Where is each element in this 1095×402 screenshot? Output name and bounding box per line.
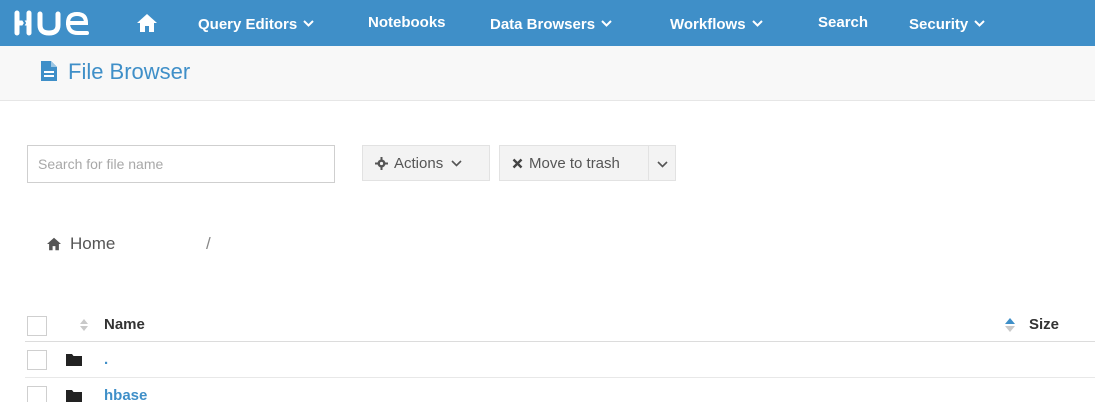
file-name-link[interactable]: . bbox=[104, 351, 108, 368]
nav-notebooks-label: Notebooks bbox=[368, 14, 446, 31]
table-row: hbase bbox=[25, 378, 1095, 402]
column-header-name[interactable]: Name bbox=[104, 316, 145, 333]
actions-label: Actions bbox=[394, 154, 444, 172]
row-checkbox[interactable] bbox=[27, 386, 47, 402]
folder-icon bbox=[66, 353, 82, 366]
table-row: . bbox=[25, 342, 1095, 378]
gear-icon bbox=[375, 156, 388, 170]
column-header-size[interactable]: Size bbox=[1029, 316, 1059, 333]
nav-data-browsers-label: Data Browsers bbox=[490, 16, 596, 33]
search-input[interactable] bbox=[27, 145, 335, 183]
move-to-trash-dropdown-button[interactable] bbox=[648, 145, 676, 181]
file-table: Name Size . hbase bbox=[25, 308, 1095, 402]
page-header: File Browser bbox=[0, 46, 1095, 101]
folder-icon bbox=[66, 389, 82, 402]
row-checkbox[interactable] bbox=[27, 350, 47, 370]
file-name-link[interactable]: hbase bbox=[104, 387, 147, 402]
chevron-down-icon bbox=[303, 0, 314, 46]
breadcrumb-home-label: Home bbox=[70, 234, 116, 253]
select-all-checkbox[interactable] bbox=[27, 316, 47, 336]
nav-security-label: Security bbox=[909, 16, 969, 33]
home-icon bbox=[47, 237, 61, 251]
nav-security[interactable]: Security bbox=[909, 0, 985, 46]
table-header-row: Name Size bbox=[25, 308, 1095, 342]
nav-notebooks[interactable]: Notebooks bbox=[368, 0, 446, 46]
nav-search[interactable]: Search bbox=[818, 0, 868, 46]
nav-query-editors[interactable]: Query Editors bbox=[198, 0, 314, 46]
nav-query-editors-label: Query Editors bbox=[198, 16, 298, 33]
close-icon bbox=[512, 158, 523, 169]
nav-search-label: Search bbox=[818, 14, 869, 31]
move-to-trash-button[interactable]: Move to trash bbox=[499, 145, 649, 181]
nav-workflows-label: Workflows bbox=[670, 16, 746, 33]
home-icon[interactable] bbox=[136, 13, 158, 33]
chevron-down-icon bbox=[601, 0, 612, 46]
page-title: File Browser bbox=[68, 59, 191, 84]
nav-workflows[interactable]: Workflows bbox=[670, 0, 763, 46]
chevron-down-icon bbox=[974, 0, 985, 46]
chevron-down-icon bbox=[656, 155, 668, 172]
top-navbar: Query Editors Notebooks Data Browsers Wo… bbox=[0, 0, 1095, 46]
sort-ascending-icon[interactable] bbox=[1004, 317, 1016, 333]
file-icon bbox=[40, 60, 58, 82]
nav-data-browsers[interactable]: Data Browsers bbox=[490, 0, 612, 46]
actions-button[interactable]: Actions bbox=[362, 145, 490, 181]
breadcrumb-home[interactable]: Home bbox=[46, 234, 115, 254]
hue-logo[interactable] bbox=[14, 9, 100, 37]
chevron-down-icon bbox=[451, 159, 462, 167]
chevron-down-icon bbox=[751, 0, 763, 46]
move-to-trash-label: Move to trash bbox=[529, 154, 620, 172]
sort-icon[interactable] bbox=[79, 318, 89, 332]
breadcrumb-separator: / bbox=[206, 234, 211, 253]
breadcrumb: Home / bbox=[46, 233, 211, 255]
